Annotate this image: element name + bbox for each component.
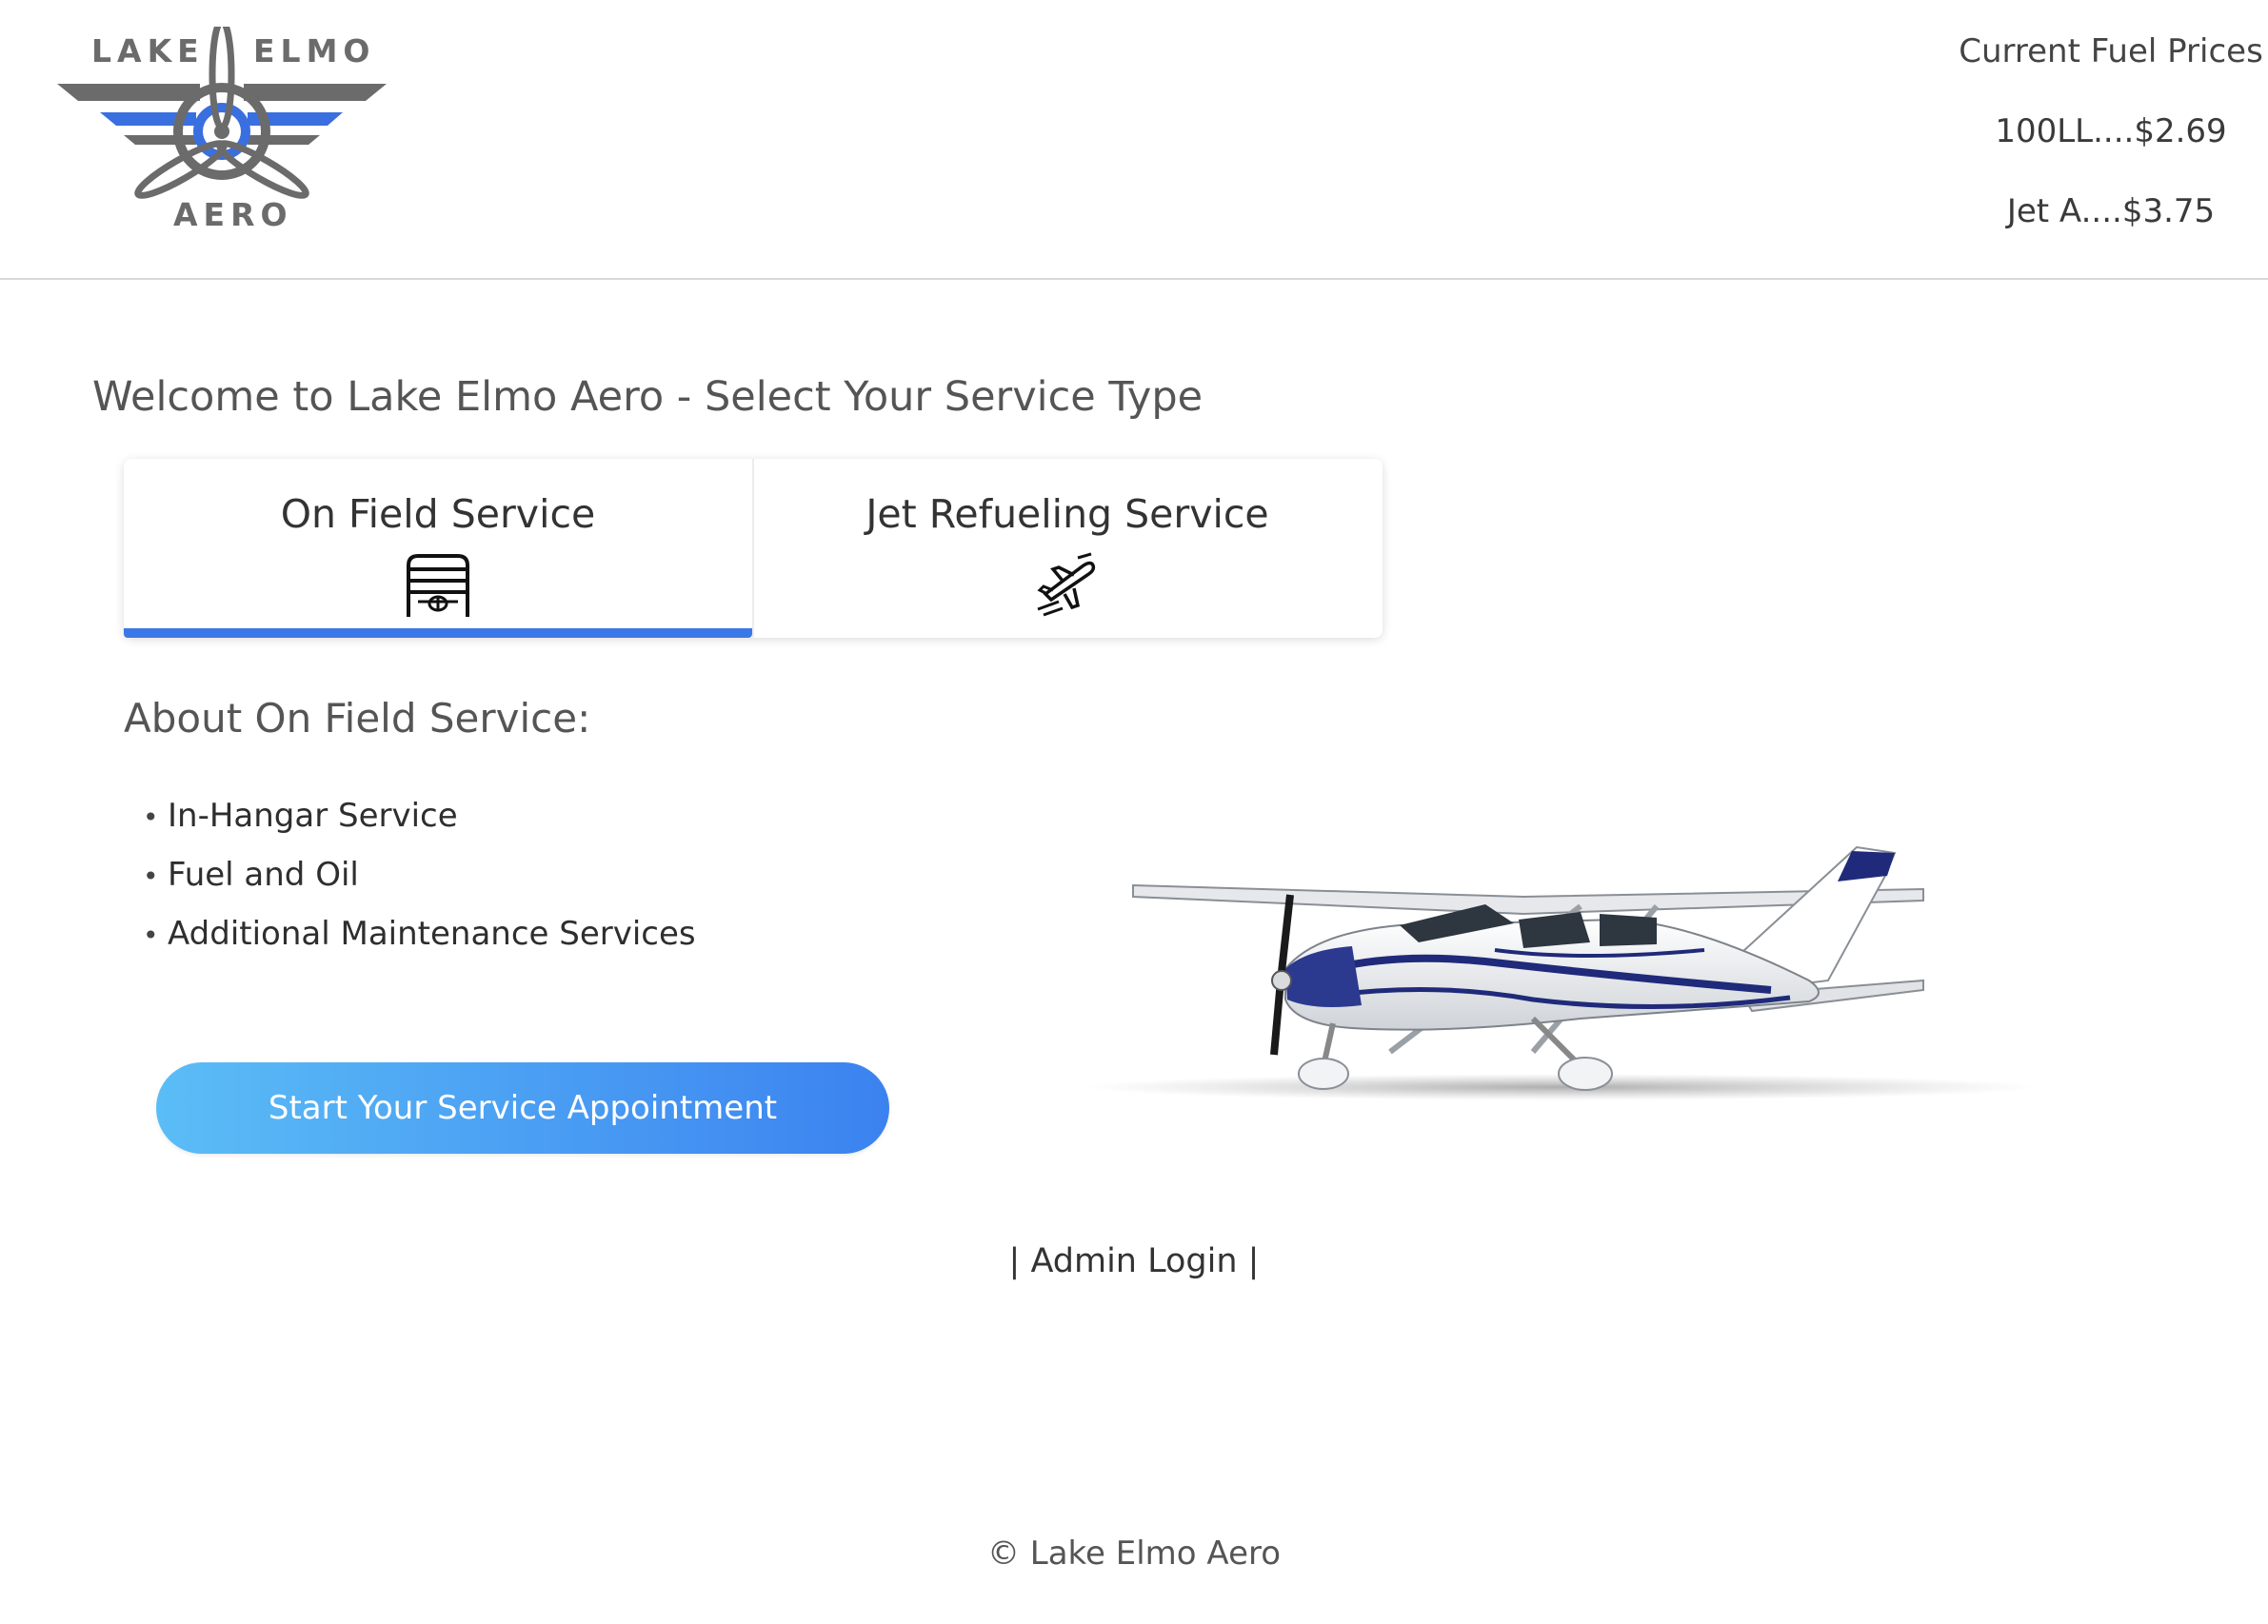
hangar-icon [407,554,469,617]
bullet-icon: • [143,861,159,892]
about-title: About On Field Service: [124,695,591,742]
fuel-price-jet-a: Jet A....$3.75 [2006,192,2216,230]
site-footer: © Lake Elmo Aero [986,1535,1282,1573]
list-item: • Additional Maintenance Services [143,908,696,967]
page-title: Welcome to Lake Elmo Aero - Select Your … [92,373,1204,421]
fuel-price-100ll: 100LL....$2.69 [1995,112,2227,150]
fuel-prices-title: Current Fuel Prices [1959,32,2263,70]
admin-login-row: | Admin Login | [0,1242,2268,1280]
list-item-label: Additional Maintenance Services [168,915,696,953]
tab-on-field-service[interactable]: On Field Service [124,459,752,638]
fuel-prices-panel: Current Fuel Prices 100LL....$2.69 Jet A… [1954,25,2268,265]
list-item: • Fuel and Oil [143,849,696,908]
tab-label-jet-refueling: Jet Refueling Service [865,491,1269,537]
logo-word-lake: LAKE [91,32,205,69]
bullet-icon: • [143,802,159,833]
jet-icon [1037,552,1096,617]
service-features-list: • In-Hangar Service • Fuel and Oil • Additi… [143,790,696,967]
service-type-tabs: On Field Service Jet Refueling Service [124,459,1383,638]
cessna-airplane-image [1085,845,2038,1100]
lake-elmo-aero-logo[interactable]: LAKE ELMO AERO [57,27,387,238]
logo-word-aero: AERO [173,196,293,233]
tab-label-on-field: On Field Service [280,491,596,537]
bullet-icon: • [143,920,159,951]
list-item: • In-Hangar Service [143,790,696,849]
site-header: LAKE ELMO AERO Current Fuel Prices 100LL… [0,0,2268,280]
tab-jet-refueling-service[interactable]: Jet Refueling Service [752,459,1381,638]
admin-login-link[interactable]: | Admin Login | [1009,1242,1260,1280]
list-item-label: Fuel and Oil [168,856,359,894]
start-appointment-button[interactable]: Start Your Service Appointment [156,1062,889,1154]
logo-word-elmo: ELMO [253,32,376,69]
list-item-label: In-Hangar Service [168,797,458,835]
